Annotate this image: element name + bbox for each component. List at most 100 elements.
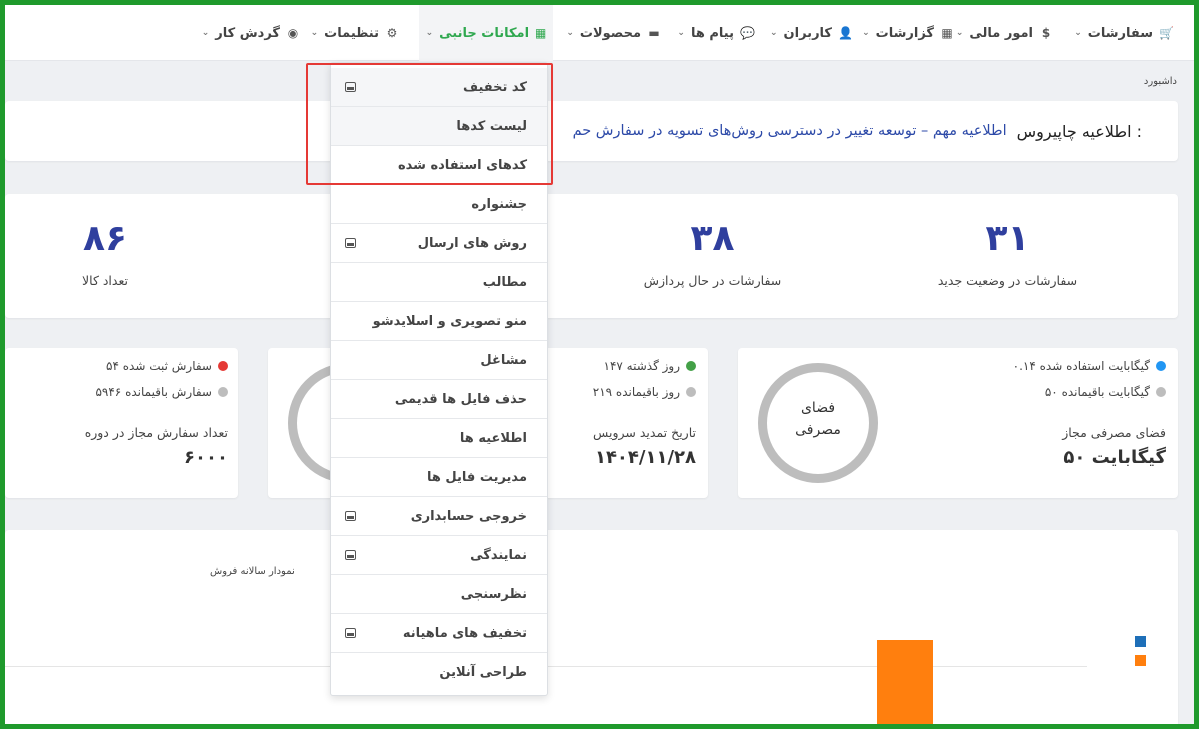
stats-card: ۳۱ سفارشات در وضعیت جدید ۳۸ سفارشات در ح…	[5, 194, 1178, 318]
menu-item-accounting-export[interactable]: خروجی حسابداری	[331, 497, 547, 536]
chevron-down-icon: ⌄	[770, 28, 778, 38]
nav-item-label: تنظیمات	[324, 25, 379, 41]
stat-value: ۳۸	[690, 218, 735, 259]
submenu-icon	[345, 511, 356, 521]
storage-used-text: ۰.۱۴ گیگابایت استفاده شده	[1012, 359, 1150, 373]
menu-item-label: خروجی حسابداری	[410, 508, 527, 524]
breadcrumb[interactable]: داشبورد	[1144, 76, 1177, 87]
service-renew-value: ۱۴۰۴/۱۱/۲۸	[594, 447, 696, 468]
remaining-dot	[218, 387, 228, 397]
stat-processing-orders[interactable]: ۳۸ سفارشات در حال پردازش	[570, 194, 855, 318]
menu-item-code-list[interactable]: لیست کدها	[331, 107, 547, 146]
menu-item-label: اطلاعیه ها	[459, 430, 527, 446]
ring-line-2: مصرفی	[795, 422, 841, 438]
nav-item-settings[interactable]: ⚙ تنظیمات ⌄	[311, 5, 399, 61]
menu-item-label: کدهای استفاده شده	[397, 157, 527, 173]
passed-dot	[686, 361, 696, 371]
message-icon: 💬	[740, 26, 755, 40]
store-icon: ▬	[648, 26, 660, 40]
menu-item-label: تخفیف های ماهیانه	[402, 625, 527, 641]
stat-label: تعداد کالا	[82, 273, 128, 288]
menu-item-label: مدیریت فایل ها	[427, 469, 527, 485]
nav-item-orders[interactable]: 🛒 سفارشات ⌄	[1074, 5, 1174, 61]
orders-quota-card: ۵۴ سفارش ثبت شده ۵۹۴۶ سفارش باقیمانده تع…	[5, 348, 238, 498]
remaining-dot	[686, 387, 696, 397]
nav-item-extras[interactable]: ▦ امکانات جانبی ⌄	[419, 5, 553, 61]
storage-allowed-value: ۵۰ گیگابایت	[1063, 447, 1166, 468]
nav-item-users[interactable]: 👤 کاربران ⌄	[770, 5, 853, 61]
chevron-down-icon: ⌄	[201, 28, 210, 38]
nav-item-label: گردش کار	[215, 25, 280, 41]
orders-allowed-value: ۶۰۰۰	[184, 447, 228, 468]
nav-item-finance[interactable]: $ امور مالی ⌄	[956, 5, 1053, 61]
stat-value: ۳۱	[985, 218, 1030, 259]
menu-item-shipping-methods[interactable]: روش های ارسال	[331, 224, 547, 263]
menu-item-survey[interactable]: نظرسنجی	[331, 575, 547, 614]
user-icon: 👤	[838, 26, 853, 40]
storage-remaining-legend: ۵۰ گیگابایت باقیمانده	[1045, 385, 1166, 399]
stat-label: سفارشات در حال پردازش	[643, 273, 782, 288]
menu-item-agency[interactable]: نمایندگی	[331, 536, 547, 575]
announcement-link[interactable]: اطلاعیه مهم – توسعه تغییر در دسترسی روش‌…	[573, 123, 1007, 139]
nav-item-label: گزارشات	[875, 25, 934, 41]
menu-item-label: طراحی آنلاین	[439, 665, 527, 680]
menu-item-delete-old-files[interactable]: حذف فایل ها قدیمی	[331, 380, 547, 419]
menu-item-discount-code[interactable]: کد تخفیف	[331, 68, 547, 107]
nav-item-label: امکانات جانبی	[439, 25, 530, 41]
stat-value: ۸۶	[83, 218, 127, 259]
gear-icon: ⚙	[386, 26, 398, 40]
menu-item-announcements[interactable]: اطلاعیه ها	[331, 419, 547, 458]
storage-used-legend: ۰.۱۴ گیگابایت استفاده شده	[1013, 359, 1166, 373]
menu-item-label: کد تخفیف	[463, 79, 527, 95]
service-passed-legend: ۱۴۷ روز گذشته	[604, 359, 696, 373]
storage-allowed-label: فضای مصرفی مجاز	[1062, 425, 1166, 440]
menu-item-online-design[interactable]: طراحی آنلاین	[331, 653, 547, 692]
nav-item-label: کاربران	[783, 25, 832, 41]
chart-legend-series-2[interactable]	[1135, 655, 1146, 666]
nav-item-products[interactable]: ▬ محصولات ⌄	[566, 5, 661, 61]
submenu-icon	[345, 82, 356, 92]
menu-item-jobs[interactable]: مشاغل	[331, 341, 547, 380]
nav-item-label: محصولات	[579, 25, 641, 41]
chevron-down-icon: ⌄	[955, 28, 964, 38]
grid-icon: ▦	[535, 26, 547, 40]
ring-line-1: فضای	[800, 400, 836, 416]
menu-item-label: لیست کدها	[456, 118, 527, 134]
stat-label: سفارشات در وضعیت جدید	[937, 273, 1078, 288]
orders-registered-text: ۵۴ سفارش ثبت شده	[106, 359, 212, 373]
chevron-down-icon: ⌄	[862, 28, 870, 38]
announcement-card: اطلاعیه چاپیروس : اطلاعیه مهم – توسعه تغ…	[5, 101, 1178, 161]
chevron-down-icon: ⌄	[425, 28, 434, 38]
stat-product-count[interactable]: ۸۶ تعداد کالا	[5, 194, 205, 318]
service-remaining-text: ۲۱۹ روز باقیمانده	[592, 385, 680, 399]
nav-item-reports[interactable]: ▦ گزارشات ⌄	[862, 5, 954, 61]
nav-item-workflow[interactable]: ◉ گردش کار ⌄	[202, 5, 300, 61]
menu-item-articles[interactable]: مطالب	[331, 263, 547, 302]
menu-item-image-menu-slideshow[interactable]: منو تصویری و اسلایدشو	[331, 302, 547, 341]
chart-legend-series-1[interactable]	[1135, 636, 1146, 647]
menu-item-label: جشنواره	[471, 196, 527, 212]
extras-dropdown-menu: کد تخفیف لیست کدها کدهای استفاده شده جشن…	[330, 62, 548, 696]
chevron-down-icon: ⌄	[310, 28, 319, 38]
workflow-icon: ◉	[287, 26, 299, 40]
service-remaining-legend: ۲۱۹ روز باقیمانده	[593, 385, 696, 399]
chart-title: نمودار سالانه فروش	[210, 566, 295, 577]
chevron-down-icon: ⌄	[566, 28, 574, 38]
menu-item-monthly-discounts[interactable]: تخفیف های ماهیانه	[331, 614, 547, 653]
chevron-down-icon: ⌄	[677, 28, 685, 38]
dollar-icon: $	[1041, 26, 1051, 40]
stat-new-orders[interactable]: ۳۱ سفارشات در وضعیت جدید	[865, 194, 1150, 318]
used-dot	[1156, 361, 1166, 371]
menu-item-used-codes[interactable]: کدهای استفاده شده	[331, 146, 547, 185]
submenu-icon	[345, 628, 356, 638]
cart-icon: 🛒	[1159, 26, 1174, 40]
orders-remaining-text: ۵۹۴۶ سفارش باقیمانده	[95, 385, 212, 399]
menu-item-file-management[interactable]: مدیریت فایل ها	[331, 458, 547, 497]
orders-allowed-label: تعداد سفارش مجاز در دوره	[84, 425, 228, 440]
service-passed-text: ۱۴۷ روز گذشته	[603, 359, 680, 373]
orders-remaining-legend: ۵۹۴۶ سفارش باقیمانده	[95, 385, 228, 399]
menu-item-festival[interactable]: جشنواره	[331, 185, 547, 224]
chevron-down-icon: ⌄	[1074, 28, 1082, 38]
nav-item-messages[interactable]: 💬 پیام ها ⌄	[677, 5, 755, 61]
menu-item-label: منو تصویری و اسلایدشو	[372, 313, 527, 329]
